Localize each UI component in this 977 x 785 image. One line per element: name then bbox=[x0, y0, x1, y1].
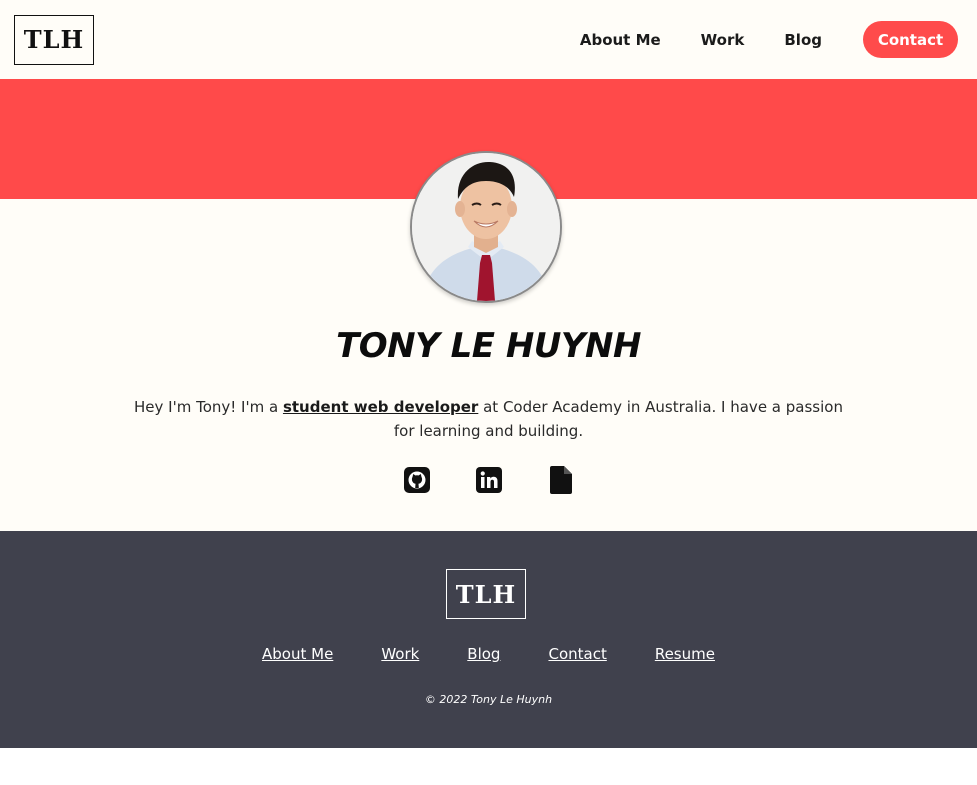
nav-work[interactable]: Work bbox=[701, 31, 745, 49]
footer-link-resume[interactable]: Resume bbox=[655, 645, 715, 663]
main-nav: About Me Work Blog Contact bbox=[580, 21, 958, 58]
intro-highlight: student web developer bbox=[282, 398, 479, 416]
footer-link-blog[interactable]: Blog bbox=[467, 645, 500, 663]
file-icon[interactable] bbox=[547, 466, 575, 494]
footer-nav: About Me Work Blog Contact Resume bbox=[0, 645, 977, 663]
header-logo[interactable]: TLH bbox=[14, 14, 94, 65]
site-footer: TLH About Me Work Blog Contact Resume © … bbox=[0, 531, 977, 748]
page-bottom-space bbox=[0, 748, 977, 785]
nav-about-me[interactable]: About Me bbox=[580, 31, 661, 49]
footer-link-work[interactable]: Work bbox=[381, 645, 419, 663]
site-header: TLH About Me Work Blog Contact bbox=[0, 0, 977, 79]
profile-photo bbox=[410, 151, 562, 303]
linkedin-icon[interactable] bbox=[475, 466, 503, 494]
page: TLH About Me Work Blog Contact TONY LE H… bbox=[0, 0, 977, 785]
footer-logo[interactable]: TLH bbox=[446, 569, 526, 619]
copyright-text: © 2022 Tony Le Huynh bbox=[424, 693, 553, 706]
contact-button[interactable]: Contact bbox=[863, 21, 958, 58]
intro-prefix: Hey I'm Tony! I'm a bbox=[134, 398, 283, 416]
footer-link-contact[interactable]: Contact bbox=[548, 645, 606, 663]
social-links bbox=[0, 466, 977, 494]
github-icon[interactable] bbox=[403, 466, 431, 494]
footer-link-about-me[interactable]: About Me bbox=[262, 645, 333, 663]
intro-text: Hey I'm Tony! I'm a student web develope… bbox=[130, 395, 847, 443]
page-title: TONY LE HUYNH bbox=[336, 326, 641, 366]
nav-blog[interactable]: Blog bbox=[784, 31, 822, 49]
